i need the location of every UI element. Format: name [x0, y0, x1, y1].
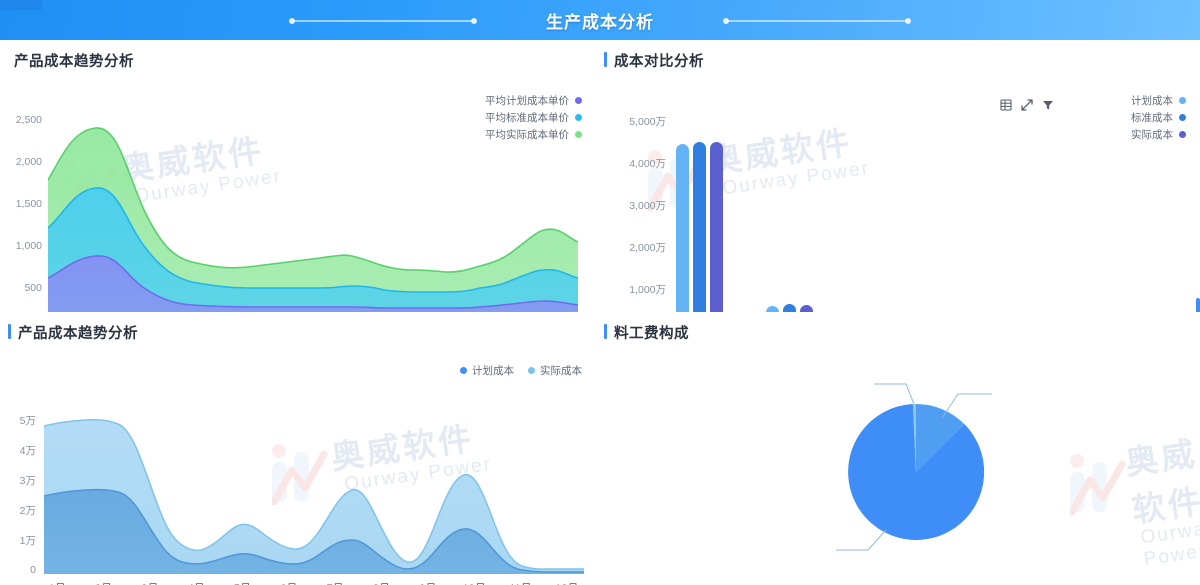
pie-callout-overhead	[874, 383, 915, 405]
ytick-label: 1,000万	[629, 284, 666, 296]
header-decoration-right	[723, 18, 911, 24]
legend-label: 平均计划成本单价	[485, 95, 569, 107]
page-title: 生产成本分析	[546, 12, 654, 32]
ytick-label: 4万	[19, 445, 36, 457]
panel-title-material-labor: 料工费构成	[604, 322, 689, 343]
ytick-label: 5万	[19, 415, 36, 427]
xtick-label: 7月	[312, 580, 358, 585]
legend-cost-trend-total: 计划成本 实际成本	[460, 362, 582, 379]
ytick-label: 4,000万	[629, 158, 666, 170]
dashboard-board: 产品成本趋势分析 平均计划成本单价 平均标准成本单价 平均实际成本单价 奥威软件…	[0, 40, 1200, 585]
header-decoration-left	[289, 18, 477, 24]
xtick-label: 11月	[497, 580, 543, 585]
xtick-label: 12月	[544, 580, 590, 585]
ytick-label: 3万	[19, 475, 36, 487]
list-icon[interactable]	[1000, 99, 1012, 111]
ytick-label: 1万	[19, 535, 36, 547]
xtick-label: 6月	[266, 580, 312, 585]
watermark-en: Ourway Power	[1139, 516, 1200, 571]
xtick-label: 4月	[173, 580, 219, 585]
bar-standard[interactable]	[693, 142, 706, 324]
ytick-label: 2,500	[15, 114, 42, 126]
xtick-label: 10月	[451, 580, 497, 585]
ytick-label: 0	[30, 564, 36, 576]
xtick-label: 9月	[405, 580, 451, 585]
series-area-planned	[44, 489, 584, 574]
legend-item[interactable]: 计划成本	[460, 362, 514, 379]
ytick-label: 2,000万	[629, 242, 666, 254]
panel-material-labor: 料工费构成 奥威软件 Ourway Power 制造费用 0.6	[596, 312, 1200, 585]
ytick-label: 3,000万	[629, 200, 666, 212]
chart-cost-trend-unit[interactable]	[48, 118, 578, 326]
panel-cost-trend-total: 产品成本趋势分析 计划成本 实际成本 奥威软件 Ourway Power 5万 …	[0, 312, 596, 585]
panel-title-cost-compare: 成本对比分析	[604, 50, 704, 71]
xaxis-cost-trend-total: 1月 2月 3月 4月 5月 6月 7月 8月 9月 10月 11月 12月	[34, 580, 590, 585]
app-header: 生产成本分析	[0, 0, 1200, 40]
panel-title-cost-trend-total: 产品成本趋势分析	[8, 322, 138, 343]
legend-label: 实际成本	[540, 365, 582, 377]
legend-label: 计划成本	[1131, 95, 1173, 107]
xtick-label: 1月	[34, 580, 80, 585]
chart-cost-compare[interactable]	[672, 118, 1192, 328]
ytick-label: 2万	[19, 505, 36, 517]
bar-planned[interactable]	[676, 144, 689, 324]
watermark-cn: 奥威软件	[1122, 433, 1200, 530]
ytick-label: 500	[24, 282, 42, 294]
panel-toolbar-cost-compare[interactable]	[1000, 99, 1054, 111]
panel-title-cost-trend-unit: 产品成本趋势分析	[14, 54, 134, 70]
legend-dot-icon	[528, 367, 535, 374]
legend-item[interactable]: 平均计划成本单价	[485, 92, 582, 109]
panel-cost-compare: 成本对比分析 计划成本 标准成本 实际成本 奥威软件 Ourway Power …	[596, 40, 1200, 347]
xtick-label: 5月	[219, 580, 265, 585]
ytick-label: 1,500	[15, 198, 42, 210]
xtick-label: 8月	[358, 580, 404, 585]
ytick-label: 5,000万	[629, 116, 666, 128]
pie-callout-material	[836, 529, 887, 551]
legend-label: 计划成本	[472, 365, 514, 377]
legend-dot-icon	[1179, 97, 1186, 104]
filter-icon[interactable]	[1042, 99, 1054, 111]
bar-actual[interactable]	[710, 142, 723, 324]
legend-item[interactable]: 计划成本	[1131, 92, 1186, 109]
ytick-label: 2,000	[15, 156, 42, 168]
xtick-label: 3月	[127, 580, 173, 585]
ytick-label: 1,000	[15, 240, 42, 252]
expand-icon[interactable]	[1021, 99, 1033, 111]
chart-cost-trend-total[interactable]	[44, 412, 584, 574]
legend-dot-icon	[575, 97, 582, 104]
watermark-logo-icon	[1070, 454, 1126, 516]
xtick-label: 2月	[80, 580, 126, 585]
legend-dot-icon	[460, 367, 467, 374]
panel-cost-trend-unit: 产品成本趋势分析 平均计划成本单价 平均标准成本单价 平均实际成本单价 奥威软件…	[0, 40, 596, 345]
watermark: 奥威软件 Ourway Power	[1123, 430, 1200, 570]
chart-material-labor[interactable]	[786, 354, 1046, 574]
legend-item[interactable]: 实际成本	[528, 362, 582, 379]
